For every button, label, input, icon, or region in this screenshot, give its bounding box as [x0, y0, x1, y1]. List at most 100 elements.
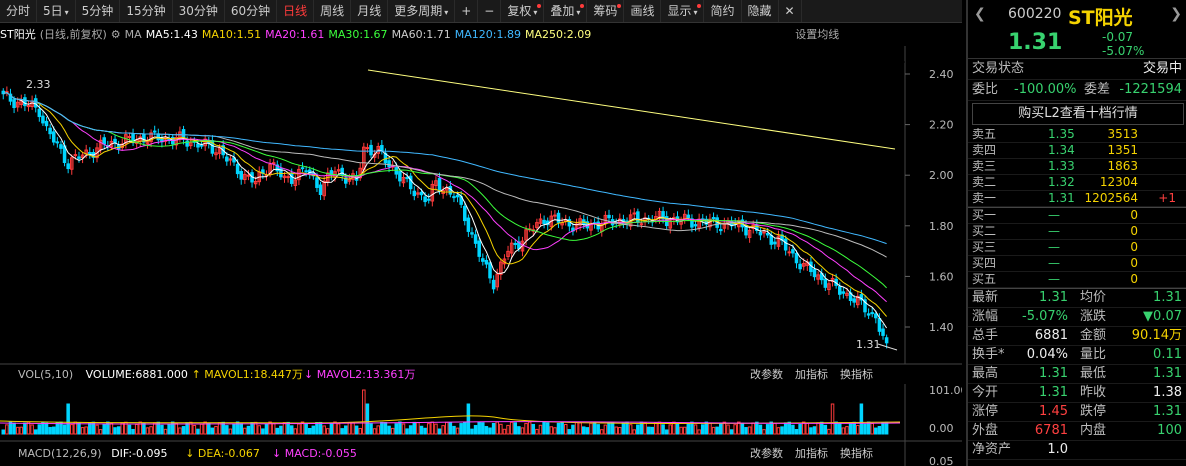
toolbar-item-13[interactable]: 叠加 ▾	[544, 0, 588, 22]
stat-value: 1.31	[1153, 404, 1182, 419]
candle-body	[711, 217, 716, 220]
toolbar-item-10[interactable]: +	[455, 0, 479, 22]
candle-body	[51, 131, 56, 143]
volume-bar	[664, 429, 669, 435]
volume-bar	[798, 423, 802, 435]
candle-body	[719, 228, 723, 232]
volume-bar	[8, 421, 13, 435]
volume-bar	[506, 424, 510, 435]
kline-chart[interactable]: 2.40 2.20 2.00 1.80 1.60 1.40 2.33 1.31 VOL(5,10…	[0, 46, 962, 466]
gear-icon[interactable]: ⚙	[111, 28, 121, 41]
ask-row-0: 卖五 1.35 3513	[968, 127, 1186, 143]
volume-bar	[275, 427, 280, 435]
toolbar-item-3[interactable]: 15分钟	[120, 0, 173, 22]
candle-body	[791, 249, 795, 254]
toolbar-item-1[interactable]: 5日 ▾	[37, 0, 76, 22]
volume-bar	[491, 422, 496, 435]
stat-value: 1.38	[1153, 385, 1182, 400]
book-volume: 0	[1130, 256, 1138, 270]
ask-row-4: 卖一 1.31 1202564 +1	[968, 191, 1186, 207]
set-ma-button[interactable]: 设置均线	[795, 26, 839, 42]
stat-label: 涨跌	[1080, 309, 1107, 324]
candle-body	[542, 219, 546, 225]
stat-value: 1.0	[1047, 442, 1068, 457]
volume-bar	[398, 421, 402, 435]
toolbar-item-11[interactable]: −	[478, 0, 502, 22]
bid-row-1: 买二 — 0	[968, 224, 1186, 240]
volume-bar	[279, 425, 283, 435]
toolbar-item-0[interactable]: 分时	[0, 0, 38, 22]
toolbar-item-4[interactable]: 30分钟	[173, 0, 225, 22]
volume-bar	[77, 422, 81, 435]
candle-body	[632, 212, 636, 215]
stat-label: 最高	[972, 366, 999, 381]
close-icon[interactable]: ✕	[779, 0, 802, 22]
volume-bar	[102, 424, 106, 435]
stat-label: 跌停	[1080, 404, 1107, 419]
toolbar-item-12[interactable]: 复权 ▾	[501, 0, 545, 22]
volume-bar	[98, 429, 103, 435]
toolbar-item-18[interactable]: 隐藏	[742, 0, 779, 22]
book-label: 卖一	[972, 191, 997, 205]
buy-l2-button[interactable]: 购买L2查看十档行情	[972, 103, 1184, 125]
volume-bar	[509, 421, 514, 435]
stats-row-1: 涨幅 -5.07% 涨跌 ▼0.07	[968, 308, 1186, 327]
toolbar-item-5[interactable]: 60分钟	[225, 0, 278, 22]
volume-bar	[127, 424, 132, 435]
book-volume: 1863	[1107, 159, 1138, 173]
vol-axis-min: 0.00	[929, 422, 954, 435]
volume-bar	[830, 403, 835, 435]
volume-bar	[311, 425, 316, 435]
volume-bar	[383, 422, 388, 435]
volume-bar	[682, 426, 687, 435]
stat-value: 1.31	[1153, 366, 1182, 381]
vol-legend-text: ↑ MAVOL1:18.447万	[192, 368, 303, 381]
weibi-value: -100.00%	[1014, 82, 1077, 97]
volume-bar	[88, 422, 92, 435]
candle-body	[48, 127, 52, 135]
candle-body	[239, 170, 243, 180]
macd-action-1: 加指标	[795, 446, 828, 460]
volume-bar	[499, 423, 503, 435]
volume-bar	[178, 427, 182, 435]
volume-bar	[459, 423, 463, 435]
volume-bar	[545, 422, 550, 435]
toolbar-item-15[interactable]: 画线	[624, 0, 662, 22]
toolbar-item-7[interactable]: 周线	[314, 0, 352, 22]
volume-bar	[643, 422, 647, 435]
book-volume: 3513	[1107, 127, 1138, 141]
volume-bar	[646, 426, 651, 435]
book-volume: 0	[1130, 240, 1138, 254]
toolbar-item-9[interactable]: 更多周期 ▾	[388, 0, 456, 22]
volume-bar	[628, 424, 633, 435]
ma5-value: MA5:1.43	[145, 27, 198, 41]
book-price: —	[1048, 272, 1060, 286]
candle-body	[318, 184, 323, 195]
volume-bar	[816, 422, 820, 435]
price-tick-label: 1.80	[929, 220, 954, 233]
toolbar-item-6[interactable]: 日线	[277, 0, 315, 22]
toolbar-item-8[interactable]: 月线	[351, 0, 389, 22]
candle-body	[463, 205, 467, 222]
toolbar-item-14[interactable]: 筹码	[587, 0, 625, 22]
toolbar-item-2[interactable]: 5分钟	[76, 0, 121, 22]
prev-stock-icon[interactable]: ❮	[974, 6, 986, 22]
next-stock-icon[interactable]: ❯	[1170, 6, 1182, 22]
volume-bar	[199, 423, 204, 435]
volume-bar	[23, 422, 27, 435]
book-price: 1.34	[1048, 143, 1075, 157]
weicha-label: 委差	[1084, 82, 1111, 97]
volume-bar	[336, 423, 341, 435]
toolbar-item-16[interactable]: 显示 ▾	[661, 0, 705, 22]
candle-body	[73, 154, 78, 157]
price-tick-label: 2.40	[929, 68, 954, 81]
candle-body	[866, 313, 871, 316]
volume-bar	[297, 423, 301, 435]
ask-row-3: 卖二 1.32 12304	[968, 175, 1186, 191]
candle-body	[783, 238, 788, 251]
toolbar-item-17[interactable]: 简约	[704, 0, 742, 22]
volume-bar	[603, 424, 608, 435]
volume-bar	[600, 429, 604, 435]
volume-bar	[354, 425, 359, 435]
candle-body	[23, 97, 27, 107]
